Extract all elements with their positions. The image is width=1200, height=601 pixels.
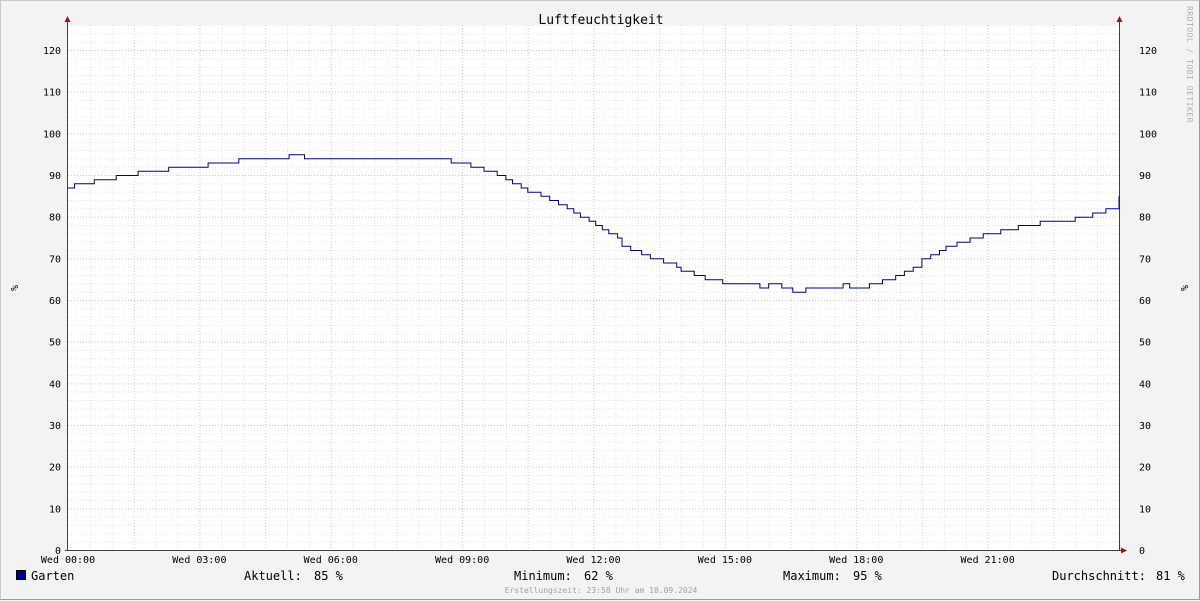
x-tick-label: Wed 09:00 <box>435 555 489 566</box>
y-tick-label-left: 70 <box>49 254 61 265</box>
legend-min-value: 62 % <box>584 569 613 583</box>
y-tick-label-left: 110 <box>43 88 61 99</box>
x-tick-label: Wed 15:00 <box>698 555 752 566</box>
watermark: RRDTOOL / TOBI OETIKER <box>1185 6 1194 123</box>
y-tick-label-right: 10 <box>1139 504 1151 515</box>
series-swatch <box>16 570 26 580</box>
y-tick-label-left: 90 <box>49 171 61 182</box>
y-axis-label-right: % <box>1178 285 1189 291</box>
x-axis-arrow <box>1121 547 1127 554</box>
legend-avg-value: 81 % <box>1156 569 1185 583</box>
x-tick-label: Wed 03:00 <box>172 555 226 566</box>
y-tick-label-right: 0 <box>1139 546 1145 557</box>
y-tick-label-right: 110 <box>1139 88 1157 99</box>
y-tick-label-left: 50 <box>49 338 61 349</box>
y-tick-label-right: 80 <box>1139 213 1151 224</box>
x-tick-label: Wed 00:00 <box>41 555 95 566</box>
chart-title: Luftfeuchtigkeit <box>538 13 663 28</box>
y-tick-label-left: 60 <box>49 296 61 307</box>
x-tick-label: Wed 21:00 <box>961 555 1015 566</box>
y-tick-label-left: 30 <box>49 421 61 432</box>
legend-current-label: Aktuell: <box>244 569 302 583</box>
y-tick-label-right: 20 <box>1139 463 1151 474</box>
y-axis-arrow-left <box>64 16 71 22</box>
y-tick-label-right: 30 <box>1139 421 1151 432</box>
y-tick-label-right: 60 <box>1139 296 1151 307</box>
x-tick-label: Wed 18:00 <box>829 555 883 566</box>
y-tick-label-right: 50 <box>1139 338 1151 349</box>
legend-row: Garten Aktuell: 85 % Minimum: 62 % Maxim… <box>1 569 1200 585</box>
y-tick-label-left: 10 <box>49 504 61 515</box>
y-tick-label-left: 120 <box>43 46 61 57</box>
y-tick-label-right: 120 <box>1139 46 1157 57</box>
legend-series-name: Garten <box>31 569 75 583</box>
y-tick-label-left: 100 <box>43 129 61 140</box>
y-tick-label-right: 100 <box>1139 129 1157 140</box>
y-tick-label-right: 90 <box>1139 171 1151 182</box>
y-tick-label-right: 70 <box>1139 254 1151 265</box>
y-tick-label-right: 40 <box>1139 379 1151 390</box>
y-tick-label-left: 40 <box>49 379 61 390</box>
legend-min-label: Minimum: <box>514 569 572 583</box>
legend-avg-label: Durchschnitt: <box>1052 569 1146 583</box>
legend-current-value: 85 % <box>314 569 343 583</box>
y-axis-arrow-right <box>1116 16 1123 22</box>
footer-timestamp: Erstellungszeit: 23:58 Uhr am 18.09.2024 <box>504 586 698 595</box>
legend-max-value: 95 % <box>853 569 882 583</box>
x-tick-label: Wed 06:00 <box>304 555 358 566</box>
x-tick-label: Wed 12:00 <box>566 555 620 566</box>
y-axis-label-left: % <box>8 285 19 291</box>
chart-frame: 0 0 10 10 20 20 30 30 40 40 50 50 60 60 70 70 80 80 90 90 10… <box>0 0 1200 600</box>
y-tick-label-left: 20 <box>49 463 61 474</box>
y-tick-label-left: 80 <box>49 213 61 224</box>
legend-max-label: Maximum: <box>783 569 841 583</box>
chart-svg: 0 010 1020 2030 3040 4050 5060 6070 7080 8090 9010… <box>8 13 1189 566</box>
